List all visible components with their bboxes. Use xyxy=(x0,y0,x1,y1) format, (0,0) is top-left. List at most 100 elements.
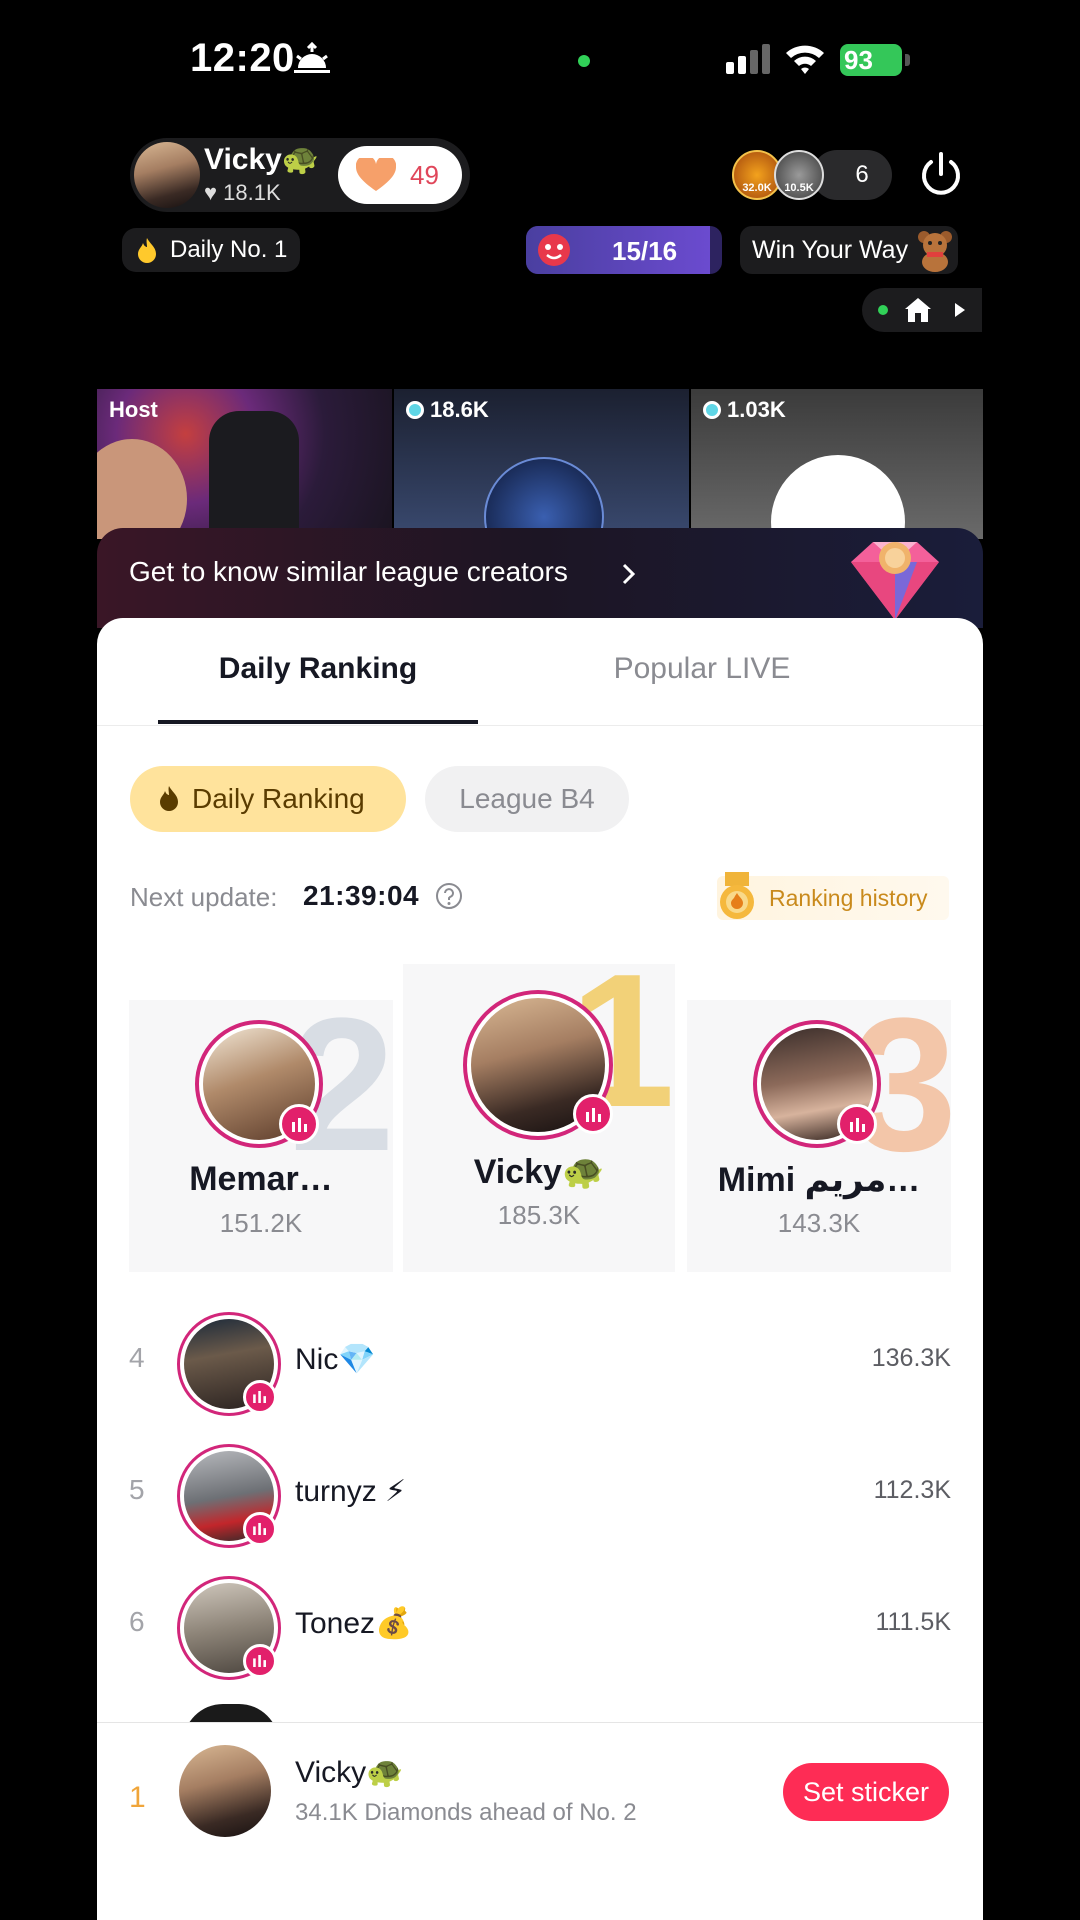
chip-daily-ranking[interactable]: Daily Ranking xyxy=(130,766,406,832)
chip-league[interactable]: League B4 xyxy=(425,766,629,832)
live-bars-icon xyxy=(586,1108,601,1122)
daily-rank-badge[interactable]: Daily No. 1 xyxy=(122,228,300,272)
my-avatar[interactable] xyxy=(179,1745,271,1837)
play-arrow-icon[interactable] xyxy=(954,302,966,318)
chip-daily-label: Daily Ranking xyxy=(192,783,365,814)
similar-creators-text: Get to know similar league creators xyxy=(129,556,568,587)
live-badge-icon xyxy=(837,1104,877,1144)
mini-control-pill[interactable] xyxy=(862,288,982,332)
ranking-row[interactable]: 4 Nic💎 136.3K xyxy=(97,1304,983,1416)
my-rank-subtitle: 34.1K Diamonds ahead of No. 2 xyxy=(295,1799,637,1826)
host-video-tile[interactable]: Host xyxy=(97,389,392,539)
status-time: 12:20 xyxy=(190,36,295,80)
rank-number: 5 xyxy=(129,1474,145,1505)
gift-goal-progress[interactable]: 15/16 xyxy=(526,226,722,274)
set-sticker-button[interactable]: Set sticker xyxy=(783,1763,949,1821)
live-badge-icon xyxy=(243,1644,277,1678)
podium-score: 151.2K xyxy=(219,1208,303,1238)
top-viewer-score-2: 10.5K xyxy=(784,182,814,194)
gem-icon xyxy=(703,401,721,419)
progress-text: 15/16 xyxy=(612,236,678,266)
home-icon[interactable] xyxy=(904,296,932,324)
next-update-time: 21:39:04 xyxy=(303,880,420,911)
battery-indicator: 93 xyxy=(840,44,910,76)
live-bars-icon xyxy=(253,1391,266,1403)
live-bars-icon xyxy=(850,1118,865,1132)
promo-banner-pill[interactable]: Win Your Way xyxy=(740,226,958,274)
help-icon[interactable] xyxy=(435,882,463,910)
guest-2-count: 1.03K xyxy=(727,397,786,422)
promo-text: Win Your Way xyxy=(752,236,909,264)
sunrise-icon xyxy=(294,42,330,73)
tab-bar: Daily Ranking Popular LIVE xyxy=(97,618,983,726)
top-viewers[interactable]: 32.0K 10.5K xyxy=(732,150,892,200)
podium-first[interactable]: 1 Vicky🐢 185.3K xyxy=(403,964,675,1272)
podium-third[interactable]: 3 Mimi مريم… 143.3K xyxy=(687,1000,951,1272)
guest-2-preview xyxy=(771,455,905,539)
ranking-row[interactable]: 6 Tonez💰 111.5K xyxy=(97,1568,983,1680)
signal-icon xyxy=(726,44,770,74)
gaming-chair-shape xyxy=(209,411,299,539)
next-update-label: Next update: xyxy=(130,882,278,912)
live-badge-icon xyxy=(279,1104,319,1144)
my-name: Vicky🐢 xyxy=(295,1756,404,1789)
row-name: Nic💎 xyxy=(295,1343,376,1376)
podium-name: Mimi مريم… xyxy=(717,1161,921,1199)
live-badge-icon xyxy=(243,1380,277,1414)
tiktok-live-globe xyxy=(484,457,604,539)
like-count: 49 xyxy=(410,160,439,190)
similar-creators-banner[interactable]: Get to know similar league creators xyxy=(97,528,983,628)
guest-1-count: 18.6K xyxy=(430,397,489,422)
host-avatar[interactable] xyxy=(134,142,200,208)
guest-video-tile-2[interactable]: 1.03K xyxy=(691,389,983,539)
my-rank-number: 1 xyxy=(129,1781,146,1814)
medal-icon xyxy=(720,872,754,919)
battery-level: 93 xyxy=(840,44,902,76)
podium-score: 143.3K xyxy=(777,1208,861,1238)
wifi-icon xyxy=(786,45,824,74)
host-info-pill[interactable]: Vicky🐢 ♥ 18.1K 49 xyxy=(130,138,470,212)
privacy-indicator-dot xyxy=(578,55,590,67)
guest-1-label: 18.6K xyxy=(406,397,489,423)
fire-icon xyxy=(138,238,156,263)
live-video-grid: Host 18.6K 1.03K xyxy=(97,389,983,539)
row-score: 136.3K xyxy=(871,1344,951,1372)
ranking-row[interactable]: 5 turnyz ⚡ 112.3K xyxy=(97,1436,983,1548)
live-badge-icon xyxy=(573,1094,613,1134)
power-icon[interactable] xyxy=(916,150,966,200)
rank-number: 4 xyxy=(129,1342,145,1373)
like-count-button[interactable]: 49 xyxy=(338,146,462,204)
status-dot xyxy=(878,305,888,315)
chevron-right-icon xyxy=(622,563,636,585)
status-bar: 12:20 93 xyxy=(0,0,1080,120)
battery-tip xyxy=(905,54,910,66)
podium-name: Vicky🐢 xyxy=(473,1153,605,1191)
heart-icon xyxy=(356,158,396,191)
gem-icon xyxy=(406,401,424,419)
podium-second[interactable]: 2 Memar… 151.2K xyxy=(129,1000,393,1272)
host-likes: ♥ 18.1K xyxy=(204,180,281,205)
top-viewer-score-1: 32.0K xyxy=(742,182,772,194)
tab-daily-ranking[interactable]: Daily Ranking xyxy=(157,652,479,686)
podium-score: 185.3K xyxy=(497,1200,581,1230)
row-name: turnyz ⚡ xyxy=(295,1475,407,1508)
heart-face-icon xyxy=(538,234,570,266)
live-badge-icon xyxy=(243,1512,277,1546)
row-score: 111.5K xyxy=(875,1608,951,1636)
ranking-sheet: Daily Ranking Popular LIVE Daily Ranking… xyxy=(97,618,983,1920)
rank-number: 6 xyxy=(129,1606,145,1637)
guest-video-tile-1[interactable]: 18.6K xyxy=(394,389,689,539)
podium-name: Memar… xyxy=(189,1160,333,1198)
live-bars-icon xyxy=(292,1118,307,1132)
row-score: 112.3K xyxy=(873,1476,951,1504)
guest-2-label: 1.03K xyxy=(703,397,786,423)
league-diamond-icon xyxy=(851,542,939,620)
tab-underline xyxy=(158,720,478,724)
ranking-history-button[interactable]: Ranking history xyxy=(717,872,949,920)
teddy-bear-icon xyxy=(918,231,952,272)
tab-popular-live[interactable]: Popular LIVE xyxy=(541,652,863,686)
live-bars-icon xyxy=(253,1523,266,1535)
flame-icon xyxy=(160,786,178,811)
host-name: Vicky🐢 xyxy=(204,143,320,176)
top-viewer-avatar-2[interactable]: 10.5K xyxy=(774,150,824,200)
